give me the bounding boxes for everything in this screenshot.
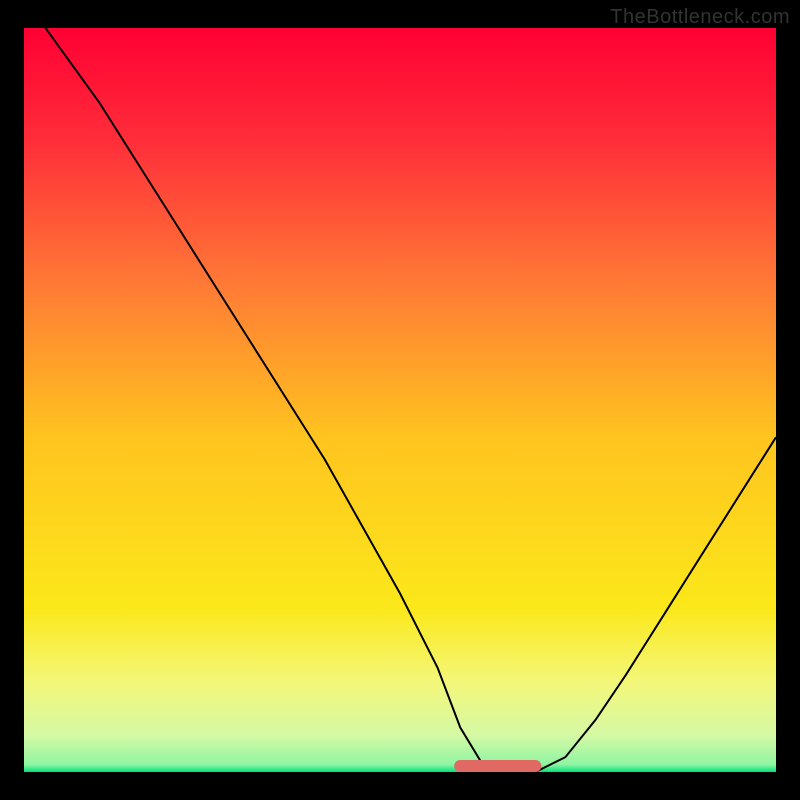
plot-svg — [24, 28, 776, 772]
chart-root: TheBottleneck.com — [0, 0, 800, 800]
watermark-text: TheBottleneck.com — [610, 6, 790, 29]
gradient-background — [24, 28, 776, 772]
